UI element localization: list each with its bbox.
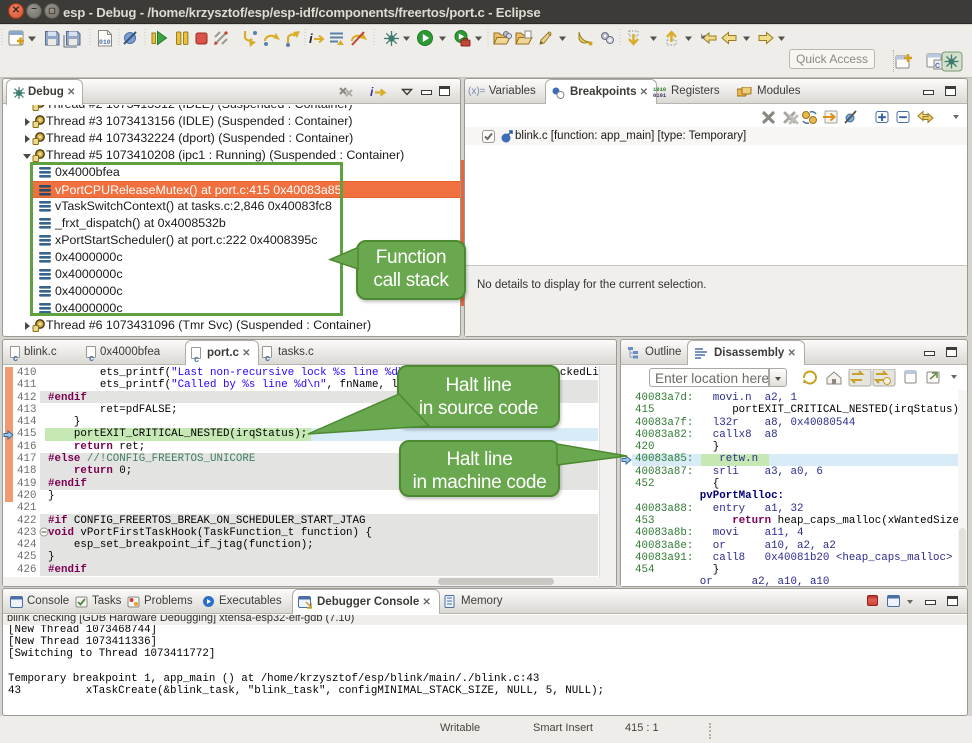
svg-text:i: i <box>370 85 374 99</box>
svg-text:i: i <box>309 31 313 46</box>
svg-text:010: 010 <box>99 39 111 46</box>
svg-text:C: C <box>935 63 940 70</box>
svg-text:0101: 0101 <box>653 92 666 98</box>
